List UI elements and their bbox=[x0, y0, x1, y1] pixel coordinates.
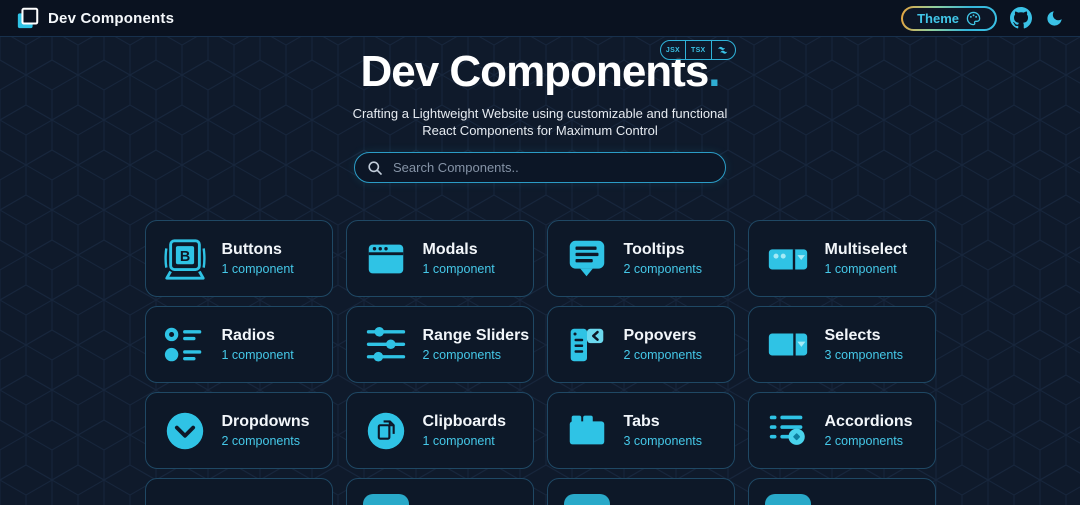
github-icon[interactable] bbox=[1010, 7, 1032, 29]
card-range-sliders[interactable]: Range Sliders 2 components bbox=[345, 306, 534, 383]
card-dropdowns[interactable]: Dropdowns 2 components bbox=[144, 392, 333, 469]
card-title: Popovers bbox=[623, 327, 697, 344]
card-popovers[interactable]: Popovers 2 components bbox=[546, 306, 735, 383]
card-title: Buttons bbox=[221, 241, 282, 258]
card-icon-placeholder bbox=[563, 493, 610, 505]
card-count: 2 components bbox=[623, 348, 703, 362]
card-count: 1 component bbox=[422, 434, 495, 448]
card-count: 3 components bbox=[824, 348, 904, 362]
search-icon bbox=[368, 160, 382, 175]
icon-keycap bbox=[162, 236, 208, 282]
card-title: Modals bbox=[422, 241, 478, 258]
card-clipboards[interactable]: Clipboards 1 component bbox=[345, 392, 534, 469]
card-title: Radios bbox=[221, 327, 275, 344]
jsx-file-icon: JSX bbox=[665, 46, 681, 54]
icon-tabs bbox=[564, 408, 610, 454]
card-radios[interactable]: Radios 1 component bbox=[144, 306, 333, 383]
icon-tooltip bbox=[564, 236, 610, 282]
hero: Dev Components. JSX TSX bbox=[360, 40, 736, 97]
theme-button-label: Theme bbox=[917, 10, 959, 26]
tailwind-icon bbox=[710, 41, 735, 59]
card-count: 1 component bbox=[422, 262, 495, 276]
subtitle-line-2: React Components for Maximum Control bbox=[422, 123, 658, 138]
cards-grid: Buttons 1 component Modals 1 component T… bbox=[144, 220, 936, 505]
top-navbar: Dev Components Theme bbox=[0, 0, 1080, 37]
card-modals[interactable]: Modals 1 component bbox=[345, 220, 534, 297]
theme-button[interactable]: Theme bbox=[901, 5, 997, 31]
icon-multiselect bbox=[765, 236, 811, 282]
partial-card[interactable] bbox=[546, 478, 735, 505]
card-title: Tabs bbox=[623, 413, 660, 430]
partial-card[interactable] bbox=[747, 478, 936, 505]
card-title: Range Sliders bbox=[422, 327, 530, 344]
card-tooltips[interactable]: Tooltips 2 components bbox=[546, 220, 735, 297]
card-title: Dropdowns bbox=[221, 413, 310, 430]
search-input[interactable] bbox=[391, 159, 713, 176]
card-count: 1 component bbox=[221, 262, 294, 276]
page: Dev Components Theme Dev Components. JSX… bbox=[0, 0, 1080, 505]
partial-card[interactable] bbox=[345, 478, 534, 505]
card-count: 1 component bbox=[824, 262, 897, 276]
logo-cube-icon bbox=[17, 7, 39, 29]
brand[interactable]: Dev Components bbox=[16, 6, 174, 30]
card-selects[interactable]: Selects 3 components bbox=[747, 306, 936, 383]
icon-dropdown bbox=[162, 408, 208, 454]
icon-radios bbox=[162, 322, 208, 368]
icon-accordion bbox=[765, 408, 811, 454]
search-bar bbox=[354, 152, 726, 183]
card-title: Accordions bbox=[824, 413, 913, 430]
card-count: 2 components bbox=[221, 434, 301, 448]
card-multiselect[interactable]: Multiselect 1 component bbox=[747, 220, 936, 297]
card-accordions[interactable]: Accordions 2 components bbox=[747, 392, 936, 469]
icon-window bbox=[363, 236, 409, 282]
moon-icon[interactable] bbox=[1045, 9, 1064, 28]
icon-popover bbox=[564, 322, 610, 368]
card-icon-placeholder bbox=[362, 493, 409, 505]
icon-sliders bbox=[363, 322, 409, 368]
card-count: 2 components bbox=[623, 262, 703, 276]
header-actions: Theme bbox=[901, 5, 1064, 31]
card-tabs[interactable]: Tabs 3 components bbox=[546, 392, 735, 469]
palette-icon bbox=[966, 11, 981, 25]
card-count: 2 components bbox=[422, 348, 502, 362]
hero-subtitle: Crafting a Lightweight Website using cus… bbox=[0, 105, 1080, 139]
card-buttons[interactable]: Buttons 1 component bbox=[144, 220, 333, 297]
subtitle-line-1: Crafting a Lightweight Website using cus… bbox=[352, 106, 728, 121]
tech-badges: JSX TSX bbox=[659, 40, 736, 60]
card-title: Clipboards bbox=[422, 413, 507, 430]
card-count: 3 components bbox=[623, 434, 703, 448]
main-content: Dev Components. JSX TSX Crafting a Light… bbox=[0, 37, 1080, 505]
card-icon-placeholder bbox=[764, 493, 811, 505]
partial-card[interactable] bbox=[144, 478, 333, 505]
icon-clipboard bbox=[363, 408, 409, 454]
card-title: Multiselect bbox=[824, 241, 908, 258]
brand-title: Dev Components bbox=[48, 9, 175, 27]
tsx-file-icon: TSX bbox=[685, 41, 711, 59]
card-title: Tooltips bbox=[623, 241, 685, 258]
card-count: 1 component bbox=[221, 348, 294, 362]
card-title: Selects bbox=[824, 327, 881, 344]
icon-select bbox=[765, 322, 811, 368]
card-count: 2 components bbox=[824, 434, 904, 448]
